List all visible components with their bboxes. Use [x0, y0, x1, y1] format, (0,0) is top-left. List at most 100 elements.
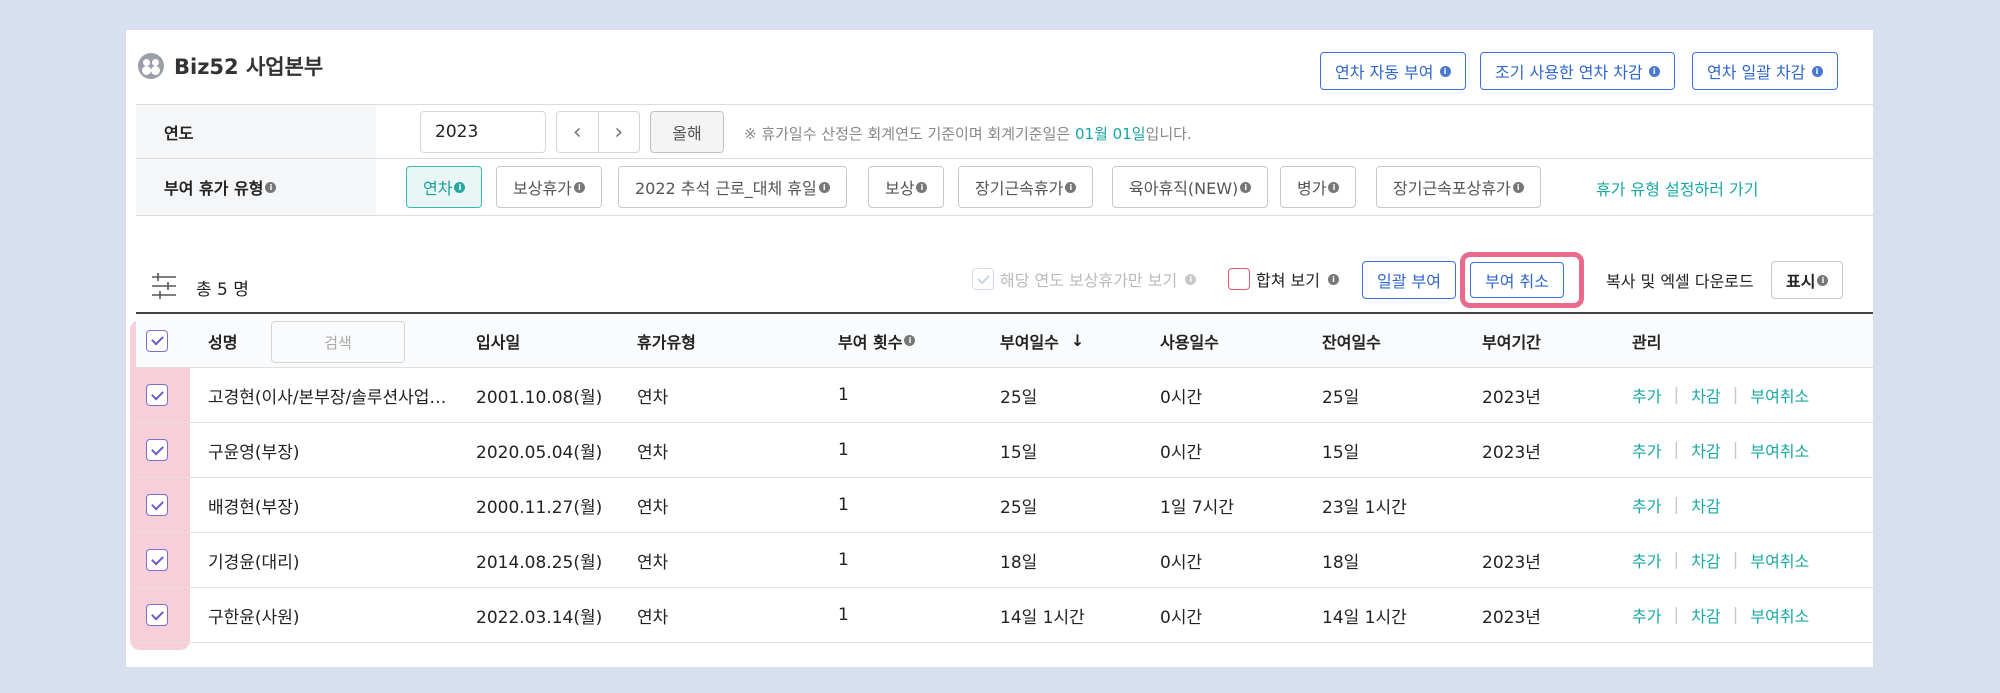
only-comp-leave-option: 해당 연도 보상휴가만 보기 i — [972, 267, 1197, 291]
info-icon: i — [1185, 273, 1197, 285]
col-grant-period[interactable]: 부여기간 — [1482, 314, 1541, 367]
leave-type-chip-holiday[interactable]: 2022 추석 근로_대체 휴일 i — [618, 166, 847, 208]
cancel-grant-link[interactable]: 부여취소 — [1750, 383, 1809, 407]
chevron-left-icon[interactable]: ‹ — [557, 112, 599, 152]
cell-remaining-days: 15일 — [1322, 442, 1360, 463]
add-link[interactable]: 추가 — [1632, 548, 1661, 572]
main-panel: Biz52 사업본부 연차 자동 부여 i 조기 사용한 연차 차감 i 연차 일괄… — [126, 30, 1873, 667]
bulk-deduct-button[interactable]: 연차 일괄 차감 i — [1692, 52, 1838, 90]
cell-name: 고경현(이사/본부장/솔루션사업… — [208, 387, 447, 408]
bulk-grant-button[interactable]: 일괄 부여 — [1362, 261, 1456, 299]
add-link[interactable]: 추가 — [1632, 383, 1661, 407]
col-remaining-days[interactable]: 잔여일수 — [1322, 314, 1381, 367]
table-row[interactable]: 기경윤(대리) 2014.08.25(월) 연차 1 18일 0시간 18일 2… — [136, 533, 1873, 588]
cell-remaining-days: 25일 — [1322, 387, 1360, 408]
merge-view-checkbox[interactable] — [1228, 268, 1250, 290]
info-icon: i — [1065, 181, 1077, 193]
cell-leave-type: 연차 — [637, 387, 669, 408]
leave-type-chip-parental[interactable]: 육아휴직(NEW) i — [1112, 166, 1269, 208]
info-icon: i — [818, 181, 830, 193]
cell-actions: 추가 | 차감 | 부여취소 — [1632, 383, 1810, 407]
page-header: Biz52 사업본부 — [138, 50, 323, 82]
add-link[interactable]: 추가 — [1632, 603, 1661, 627]
cell-actions: 추가 | 차감 | 부여취소 — [1632, 438, 1810, 462]
cell-name: 구한윤(사원) — [208, 607, 300, 628]
table-row[interactable]: 고경현(이사/본부장/솔루션사업… 2001.10.08(월) 연차 1 25일… — [136, 368, 1873, 423]
cell-remaining-days: 14일 1시간 — [1322, 607, 1407, 628]
year-filter-row: 연도 2023 ‹ › 올해 ※ 휴가일수 산정은 회계연도 기준이며 회계기준… — [136, 104, 1873, 158]
name-search-input[interactable]: 검색 — [271, 321, 405, 363]
leave-type-chip-long-service[interactable]: 장기근속휴가 i — [958, 166, 1094, 208]
cancel-grant-button[interactable]: 부여 취소 — [1470, 262, 1564, 298]
cancel-grant-link[interactable]: 부여취소 — [1750, 548, 1809, 572]
row-checkbox[interactable] — [146, 439, 168, 461]
sort-down-icon[interactable]: ↓ — [1071, 331, 1084, 350]
cell-grant-days: 18일 — [1000, 552, 1038, 573]
cell-join-date: 2000.11.27(월) — [476, 497, 603, 518]
cell-name: 구윤영(부장) — [208, 442, 300, 463]
row-checkbox[interactable] — [146, 549, 168, 571]
table-row[interactable]: 구윤영(부장) 2020.05.04(월) 연차 1 15일 0시간 15일 2… — [136, 423, 1873, 478]
leave-type-chip-annual[interactable]: 연차 i — [406, 166, 483, 208]
early-use-deduct-button[interactable]: 조기 사용한 연차 차감 i — [1480, 52, 1675, 90]
cell-join-date: 2014.08.25(월) — [476, 552, 603, 573]
leave-type-filter-row: 부여 휴가 유형 i 연차 i 보상휴가 i 2022 추석 근로_대체 휴일 i 보상… — [136, 158, 1873, 216]
cell-grant-period: 2023년 — [1482, 552, 1541, 573]
row-checkbox[interactable] — [146, 494, 168, 516]
leave-type-chip-long-service-reward[interactable]: 장기근속포상휴가 i — [1376, 166, 1541, 208]
cell-grant-count: 1 — [838, 495, 849, 515]
info-icon: i — [1240, 181, 1252, 193]
row-checkbox[interactable] — [146, 384, 168, 406]
year-input[interactable]: 2023 — [420, 111, 546, 153]
deduct-link[interactable]: 차감 — [1691, 383, 1720, 407]
chevron-right-icon[interactable]: › — [599, 112, 640, 152]
table-row[interactable]: 구한윤(사원) 2022.03.14(월) 연차 1 14일 1시간 0시간 1… — [136, 588, 1873, 643]
table-row[interactable]: 배경현(부장) 2000.11.27(월) 연차 1 25일 1일 7시간 23… — [136, 478, 1873, 533]
col-grant-days[interactable]: 부여일수 ↓ — [1000, 314, 1084, 367]
cell-leave-type: 연차 — [637, 607, 669, 628]
cell-actions: 추가 | 차감 | 부여취소 — [1632, 548, 1810, 572]
info-icon: i — [916, 181, 928, 193]
cell-remaining-days: 18일 — [1322, 552, 1360, 573]
deduct-link[interactable]: 차감 — [1691, 493, 1720, 517]
cancel-grant-link[interactable]: 부여취소 — [1750, 603, 1809, 627]
cell-grant-days: 25일 — [1000, 497, 1038, 518]
select-all-checkbox[interactable] — [146, 329, 168, 352]
copy-excel-download-button[interactable]: 복사 및 엑셀 다운로드 — [1592, 261, 1768, 299]
info-icon: i — [1327, 273, 1339, 285]
cell-used-days: 0시간 — [1160, 442, 1203, 463]
deduct-link[interactable]: 차감 — [1691, 548, 1720, 572]
auto-grant-button[interactable]: 연차 자동 부여 i — [1320, 52, 1466, 90]
cell-grant-days: 15일 — [1000, 442, 1038, 463]
leave-type-chip-comp[interactable]: 보상휴가 i — [496, 166, 602, 208]
only-comp-leave-checkbox[interactable] — [972, 268, 994, 290]
leave-type-chip-sick[interactable]: 병가 i — [1280, 166, 1357, 208]
cell-join-date: 2022.03.14(월) — [476, 607, 603, 628]
col-join-date[interactable]: 입사일 — [476, 314, 520, 367]
col-grant-count[interactable]: 부여 횟수 i — [838, 314, 916, 367]
cell-actions: 추가 | 차감 — [1632, 493, 1721, 517]
info-icon: i — [454, 181, 466, 193]
add-link[interactable]: 추가 — [1632, 438, 1661, 462]
cell-used-days: 1일 7시간 — [1160, 497, 1234, 518]
deduct-link[interactable]: 차감 — [1691, 603, 1720, 627]
col-used-days[interactable]: 사용일수 — [1160, 314, 1219, 367]
deduct-link[interactable]: 차감 — [1691, 438, 1720, 462]
this-year-button[interactable]: 올해 — [650, 111, 724, 153]
filter-sliders-icon[interactable] — [150, 272, 178, 300]
display-options-button[interactable]: 표시 i — [1771, 261, 1844, 299]
col-manage: 관리 — [1632, 332, 1662, 352]
cell-grant-count: 1 — [838, 440, 849, 460]
col-leave-type[interactable]: 휴가유형 — [637, 314, 696, 367]
leave-type-chip-reward[interactable]: 보상 i — [868, 166, 945, 208]
leave-type-settings-link[interactable]: 휴가 유형 설정하러 가기 — [1596, 176, 1758, 200]
add-link[interactable]: 추가 — [1632, 493, 1661, 517]
info-icon: i — [573, 181, 585, 193]
col-name[interactable]: 성명 — [208, 314, 237, 367]
cell-name: 기경윤(대리) — [208, 552, 300, 573]
total-count: 총 5 명 — [196, 280, 249, 300]
fiscal-year-note: ※ 휴가일수 산정은 회계연도 기준이며 회계기준일은 01월 01일입니다. — [744, 125, 1192, 143]
cell-leave-type: 연차 — [637, 552, 669, 573]
row-checkbox[interactable] — [146, 604, 168, 626]
cancel-grant-link[interactable]: 부여취소 — [1750, 438, 1809, 462]
